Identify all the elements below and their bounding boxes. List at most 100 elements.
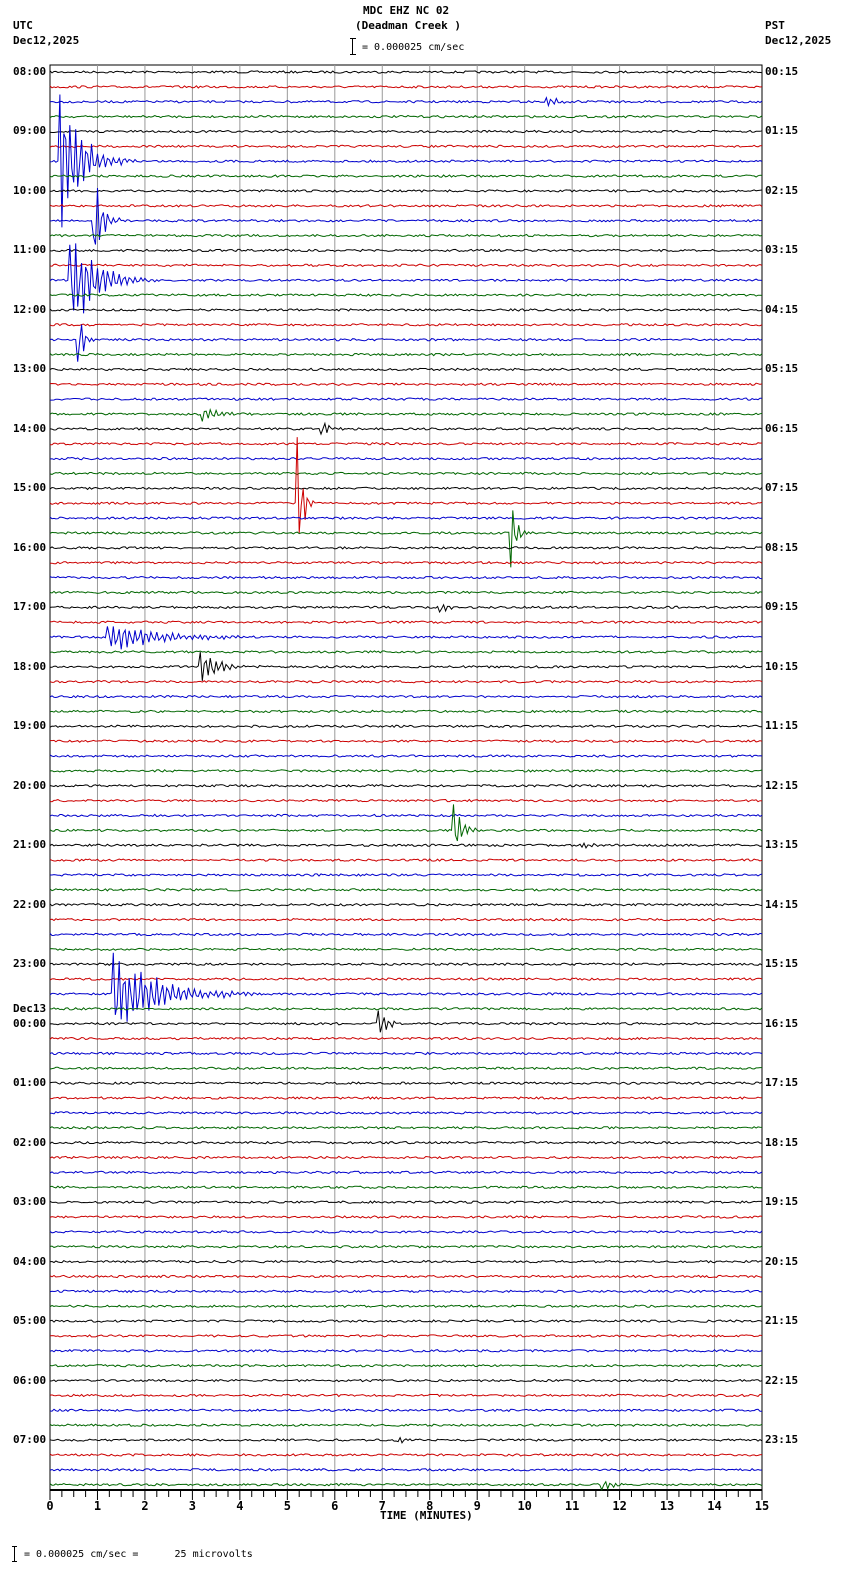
seismic-trace bbox=[49, 947, 763, 952]
pst-time-label: 15:15 bbox=[765, 957, 799, 971]
seismic-trace bbox=[50, 1007, 763, 1011]
x-tick-label: 9 bbox=[474, 1499, 481, 1513]
seismic-trace bbox=[49, 952, 763, 1022]
seismic-trace bbox=[49, 1036, 763, 1041]
x-tick-label: 14 bbox=[707, 1499, 721, 1513]
x-tick-label: 10 bbox=[517, 1499, 531, 1513]
utc-time-label: 12:00 bbox=[13, 302, 47, 316]
seismic-trace bbox=[49, 263, 763, 267]
seismic-trace bbox=[49, 1334, 763, 1338]
utc-time-label: 08:00 bbox=[13, 65, 47, 78]
x-tick-label: 11 bbox=[565, 1499, 579, 1513]
seismic-trace bbox=[49, 620, 763, 624]
utc-time-label: 19:00 bbox=[13, 719, 47, 733]
seismic-trace bbox=[49, 754, 763, 758]
pst-time-label: 05:15 bbox=[765, 362, 799, 376]
footer-scale-bar-icon bbox=[12, 1546, 17, 1562]
utc-time-label: 17:00 bbox=[13, 600, 47, 614]
seismic-trace bbox=[49, 471, 763, 476]
utc-time-label: 01:00 bbox=[13, 1076, 47, 1090]
pst-time-label: 14:15 bbox=[765, 897, 799, 911]
pst-time-label: 02:15 bbox=[765, 183, 799, 197]
seismic-trace bbox=[49, 174, 763, 178]
seismic-trace bbox=[49, 1408, 763, 1413]
x-tick-label: 15 bbox=[755, 1499, 769, 1513]
seismic-trace bbox=[49, 1423, 763, 1427]
seismic-trace bbox=[49, 1215, 763, 1219]
x-tick-label: 4 bbox=[236, 1499, 243, 1513]
seismic-trace bbox=[49, 1363, 763, 1368]
seismic-trace bbox=[49, 1453, 763, 1457]
seismic-trace bbox=[49, 1468, 763, 1472]
seismic-trace bbox=[49, 1140, 762, 1145]
seismic-trace bbox=[49, 783, 763, 788]
seismic-trace bbox=[49, 1259, 763, 1264]
seismic-trace bbox=[49, 1170, 763, 1175]
seismic-trace bbox=[49, 248, 763, 253]
seismic-trace bbox=[49, 204, 763, 208]
utc-time-label: 23:00 bbox=[13, 957, 47, 971]
pst-time-label: 22:15 bbox=[765, 1373, 799, 1387]
utc-time-label: 21:00 bbox=[13, 838, 47, 852]
seismic-trace bbox=[49, 85, 763, 89]
utc-time-label: 18:00 bbox=[13, 659, 47, 673]
pst-time-label: 00:15 bbox=[765, 65, 799, 78]
seismic-trace bbox=[49, 1155, 763, 1160]
seismic-trace bbox=[49, 1230, 763, 1234]
seismic-trace bbox=[49, 1304, 763, 1308]
seismic-trace bbox=[49, 352, 763, 357]
x-tick-label: 2 bbox=[141, 1499, 148, 1513]
seismic-trace bbox=[49, 842, 763, 849]
pst-time-label: 11:15 bbox=[765, 719, 799, 733]
seismic-trace bbox=[49, 308, 763, 312]
pst-time-label: 17:15 bbox=[765, 1076, 799, 1090]
x-tick-label: 1 bbox=[94, 1499, 101, 1513]
seismogram-plot: 0 1 2 3 4 5 6 7 8 9 10 11 12 13 14 15 bbox=[46, 64, 769, 1513]
seismic-trace bbox=[49, 243, 763, 314]
x-tick-label: 13 bbox=[660, 1499, 674, 1513]
seismic-trace bbox=[50, 189, 763, 193]
utc-time-label: 02:00 bbox=[13, 1135, 47, 1149]
seismic-trace bbox=[49, 652, 763, 681]
seismic-trace bbox=[50, 397, 763, 401]
seismic-trace bbox=[49, 293, 763, 297]
utc-time-label: 00:00 bbox=[13, 1016, 47, 1030]
seismic-trace bbox=[49, 1378, 763, 1383]
seismic-trace bbox=[49, 626, 763, 650]
pst-time-label: 04:15 bbox=[765, 302, 799, 316]
seismic-trace bbox=[49, 442, 763, 446]
utc-time-label: 04:00 bbox=[13, 1254, 47, 1268]
seismic-trace bbox=[49, 1051, 763, 1056]
seismic-trace bbox=[49, 962, 763, 966]
seismic-trace bbox=[49, 421, 763, 436]
utc-time-label: 11:00 bbox=[13, 243, 47, 257]
seismic-trace bbox=[49, 724, 763, 729]
seismic-trace bbox=[49, 1393, 763, 1398]
seismic-trace bbox=[49, 1185, 763, 1189]
seismic-trace bbox=[49, 902, 763, 907]
seismic-trace bbox=[49, 739, 763, 743]
pst-time-label: 10:15 bbox=[765, 659, 799, 673]
seismic-trace bbox=[49, 367, 763, 372]
seismic-trace bbox=[49, 1200, 762, 1204]
pst-time-label: 06:15 bbox=[765, 421, 799, 435]
seismic-trace bbox=[49, 650, 763, 654]
pst-time-label: 12:15 bbox=[765, 778, 799, 792]
seismic-trace bbox=[49, 94, 763, 228]
seismic-trace bbox=[49, 709, 763, 714]
utc-time-label: 16:00 bbox=[13, 540, 47, 554]
pst-time-label: 18:15 bbox=[765, 1135, 799, 1149]
date-change-label: Dec13 bbox=[13, 1001, 47, 1015]
seismic-trace bbox=[49, 858, 763, 862]
seismic-trace bbox=[49, 1319, 763, 1323]
seismic-trace bbox=[49, 96, 763, 108]
seismic-trace bbox=[49, 324, 763, 362]
utc-time-label: 14:00 bbox=[13, 421, 47, 435]
seismic-trace bbox=[49, 114, 763, 119]
utc-time-label: 22:00 bbox=[13, 897, 47, 911]
seismic-trace bbox=[49, 1436, 763, 1444]
seismic-trace bbox=[49, 129, 763, 134]
utc-time-label: 05:00 bbox=[13, 1314, 47, 1328]
seismic-trace bbox=[49, 408, 763, 422]
seismic-trace bbox=[49, 590, 763, 595]
